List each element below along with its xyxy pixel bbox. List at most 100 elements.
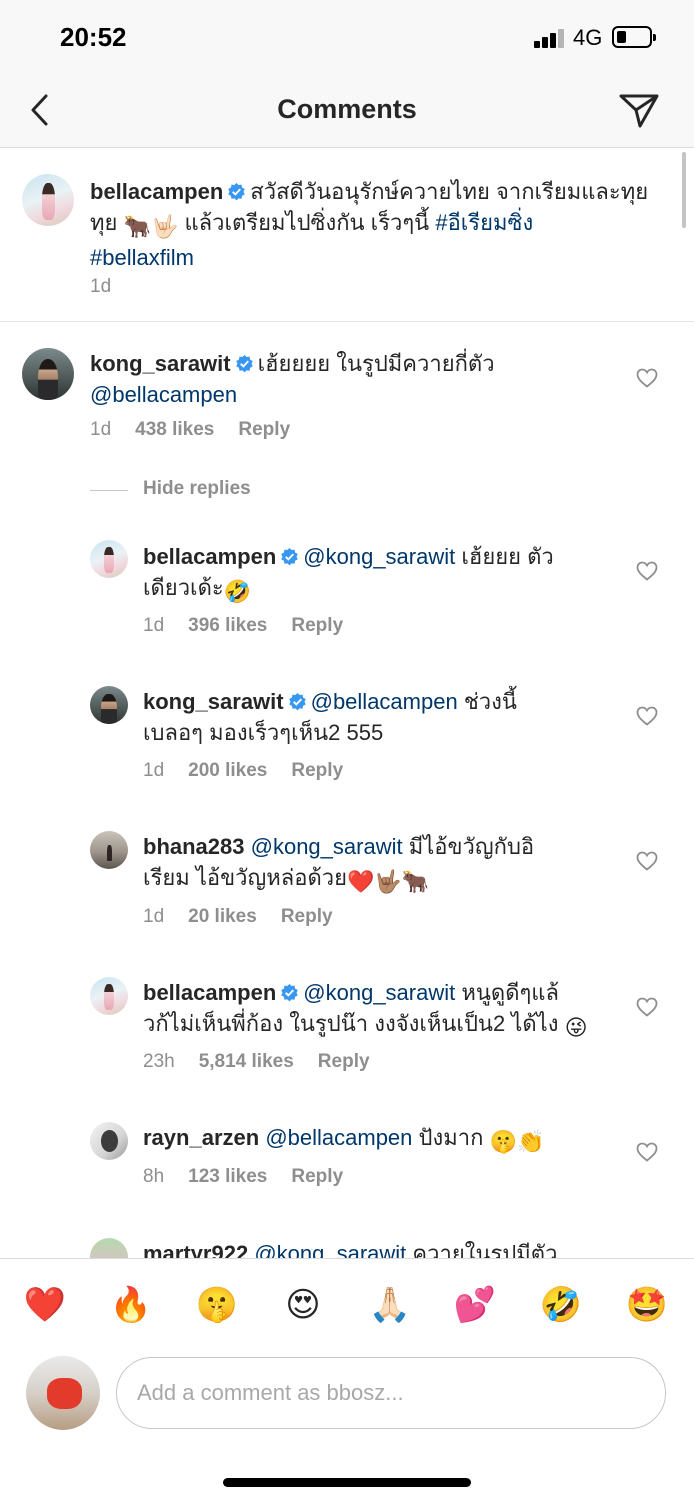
quick-emoji-two-hearts[interactable]: 💕 [453,1283,497,1327]
reply-text: martyr922 @kong_sarawit ควายในรูปมีตัว [143,1238,663,1259]
reply-body: ปังมาก [418,1125,484,1150]
reply-meta: 1d 200 likes Reply [143,760,367,782]
likes-count[interactable]: 20 likes [188,906,257,927]
winking-tongue-emoji: 😜 [564,1015,588,1040]
post-caption: bellacampen สวัสดีวันอนุรักษ์ควายไทย จากเ… [0,149,694,322]
reply-button[interactable]: Reply [291,1166,343,1187]
timestamp: 1d [90,276,112,297]
heart-outline-icon[interactable] [636,368,658,388]
reply-meta: 1d 20 likes Reply [143,906,357,928]
reply-meta: 1d 396 likes Reply [143,615,367,637]
home-indicator[interactable] [223,1478,471,1487]
quick-emoji-bar: ❤️ 🔥 🤫 😍 🙏🏻 💕 🤣 🤩 [0,1283,694,1327]
reply-body-2: เบลอๆ มองเร็วๆเห็น2 555 [143,720,384,745]
heart-rock-ox-emoji: ❤️🤟🏽🐂 [346,869,430,894]
mention-link[interactable]: @bellacampen [90,382,237,407]
battery-icon [612,26,656,48]
scrollbar[interactable] [682,152,686,228]
reply-body: หนูดูดีๆแล้ [461,980,559,1005]
reply-username[interactable]: bellacampen [143,544,276,569]
caption-body-2: ทุย [90,210,118,235]
reply-text: bellacampen @kong_sarawit เฮ้ยยย ตัวเดียว… [143,541,603,607]
avatar[interactable] [90,831,128,869]
quick-emoji-rofl[interactable]: 🤣 [539,1283,583,1327]
comment-input[interactable] [116,1357,666,1429]
comment-text: kong_sarawit เฮ้ยยยย ในรูปมีควายกี่ตัว @be… [90,348,610,410]
quick-emoji-shush[interactable]: 🤫 [195,1283,239,1327]
avatar[interactable] [90,540,128,578]
timestamp: 1d [90,419,112,440]
quick-emoji-heart-eyes[interactable]: 😍 [281,1283,325,1327]
reply-button[interactable]: Reply [291,615,343,636]
reply-button[interactable]: Reply [318,1051,370,1072]
quick-emoji-star-struck[interactable]: 🤩 [625,1283,669,1327]
avatar[interactable] [90,977,128,1015]
likes-count[interactable]: 200 likes [188,760,267,781]
reply-username[interactable]: rayn_arzen [143,1125,259,1150]
timestamp: 23h [143,1051,175,1072]
reply-body-2: เรียม ไอ้ขวัญหล่อด้วย [143,865,347,890]
reply-body-2: วก้ไม่เห็นพี่ก้อง ในรูปน๊า งงจังเห็นเป็น… [143,1011,559,1036]
reply-username[interactable]: kong_sarawit [143,689,284,714]
comment-body: เฮ้ยยยย ในรูปมีควายกี่ตัว [257,351,495,376]
verified-badge-icon [281,983,299,1002]
avatar[interactable] [26,1356,100,1430]
reply-button[interactable]: Reply [281,906,333,927]
likes-count[interactable]: 396 likes [188,615,267,636]
avatar[interactable] [90,1238,128,1259]
hide-replies-label: Hide replies [143,478,251,499]
shush-clap-emoji: 🤫👏 [489,1129,545,1154]
likes-count[interactable]: 123 likes [188,1166,267,1187]
paper-plane-icon[interactable] [618,90,660,130]
mention-link[interactable]: @kong_sarawit [254,1241,406,1259]
heart-outline-icon[interactable] [636,561,658,581]
mention-link[interactable]: @kong_sarawit [303,544,455,569]
reply-meta: 23h 5,814 likes Reply [143,1051,394,1073]
network-label: 4G [573,25,603,50]
mention-link[interactable]: @bellacampen [265,1125,412,1150]
quick-emoji-pray[interactable]: 🙏🏻 [368,1283,412,1327]
status-time: 20:52 [60,22,127,52]
reply-button[interactable]: Reply [291,760,343,781]
caption-username[interactable]: bellacampen [90,179,223,204]
reply-body: ควายในรูปมีตัว [412,1241,558,1259]
caption-text: bellacampen สวัสดีวันอนุรักษ์ควายไทย จากเ… [90,176,680,273]
rofl-emoji: 🤣 [223,579,252,604]
comment-composer: ❤️ 🔥 🤫 😍 🙏🏻 💕 🤣 🤩 [0,1258,694,1500]
comment-username[interactable]: kong_sarawit [90,351,231,376]
reply-body: เฮ้ยยย ตัว [461,544,554,569]
reply-username[interactable]: martyr922 [143,1241,248,1259]
likes-count[interactable]: 438 likes [135,419,214,440]
reply-body: มีไอ้ขวัญกับอิ [408,834,535,859]
quick-emoji-fire[interactable]: 🔥 [109,1283,153,1327]
mention-link[interactable]: @bellacampen [311,689,458,714]
avatar[interactable] [22,174,74,226]
avatar[interactable] [22,348,74,400]
rock-hand-emoji: 🤟🏻 [150,214,179,239]
heart-outline-icon[interactable] [636,851,658,871]
reply-meta: 8h 123 likes Reply [143,1166,367,1188]
ox-emoji: 🐂 [123,214,151,239]
comment-meta: 1d 438 likes Reply [90,419,314,441]
avatar[interactable] [90,1122,128,1160]
avatar[interactable] [90,686,128,724]
timestamp: 1d [143,760,165,781]
hashtag-link[interactable]: #อีเรียมซิ่ง [435,210,533,235]
divider [90,490,128,491]
reply-button[interactable]: Reply [238,419,290,440]
reply-text: rayn_arzen @bellacampen ปังมาก 🤫👏 [143,1122,603,1157]
hashtag-link[interactable]: #bellaxfilm [90,245,194,270]
heart-outline-icon[interactable] [636,1142,658,1162]
reply-username[interactable]: bellacampen [143,980,276,1005]
caption-meta: 1d [90,276,135,298]
heart-outline-icon[interactable] [636,997,658,1017]
likes-count[interactable]: 5,814 likes [199,1051,294,1072]
reply-body-2: เดียวเด้ะ [143,575,224,600]
quick-emoji-heart[interactable]: ❤️ [23,1283,67,1327]
verified-badge-icon [235,354,253,373]
mention-link[interactable]: @kong_sarawit [303,980,455,1005]
timestamp: 1d [143,615,165,636]
mention-link[interactable]: @kong_sarawit [251,834,403,859]
reply-username[interactable]: bhana283 [143,834,245,859]
heart-outline-icon[interactable] [636,706,658,726]
